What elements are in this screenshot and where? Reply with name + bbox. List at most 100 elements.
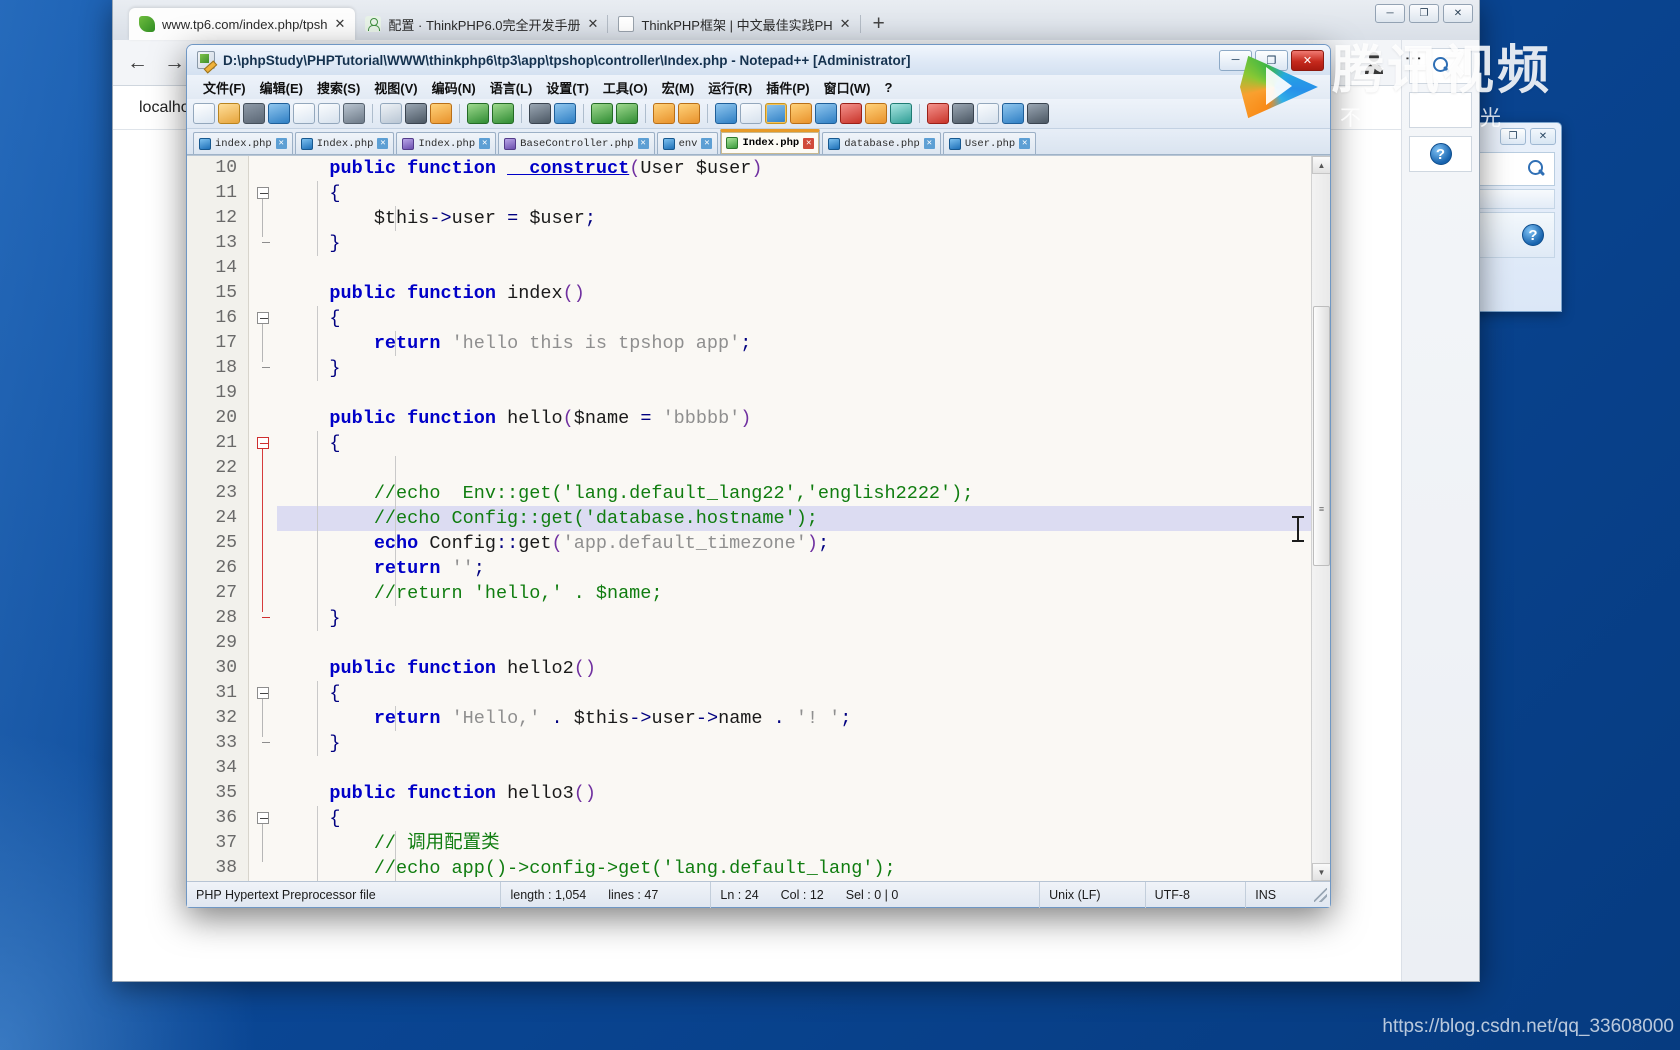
menu-settings[interactable]: 设置(T) bbox=[539, 76, 596, 99]
menu-window[interactable]: 窗口(W) bbox=[817, 76, 878, 99]
browser-tab-2-close-icon[interactable]: ✕ bbox=[588, 16, 599, 32]
fold-marker[interactable] bbox=[249, 681, 277, 706]
file-tab-env[interactable]: env ✕ bbox=[656, 132, 719, 154]
code-line[interactable]: public function index() bbox=[277, 281, 1330, 306]
forward-arrow-icon[interactable]: → bbox=[164, 51, 185, 75]
close-all-icon[interactable] bbox=[318, 103, 340, 124]
file-tab-close-icon[interactable]: ✕ bbox=[1019, 138, 1031, 149]
file-tab-index-php-2[interactable]: Index.php ✕ bbox=[294, 132, 395, 154]
code-line[interactable]: return ''; bbox=[277, 556, 1330, 581]
menu-file[interactable]: 文件(F) bbox=[196, 76, 253, 99]
stop-macro-icon[interactable] bbox=[952, 103, 974, 124]
indent-guideline-icon[interactable] bbox=[765, 103, 787, 124]
menu-macro[interactable]: 宏(M) bbox=[655, 76, 702, 99]
print-icon[interactable] bbox=[343, 103, 365, 124]
browser-minimize-button[interactable]: ─ bbox=[1375, 4, 1405, 23]
menu-help[interactable]: ? bbox=[878, 78, 900, 97]
file-tab-close-icon[interactable]: ✕ bbox=[637, 138, 649, 149]
close-file-icon[interactable] bbox=[293, 103, 315, 124]
code-line[interactable]: { bbox=[277, 431, 1330, 456]
fold-marker[interactable] bbox=[249, 306, 277, 331]
zoom-out-icon[interactable] bbox=[616, 103, 638, 124]
background-window-maximize-button[interactable]: ❐ bbox=[1500, 127, 1526, 145]
browser-tab-1[interactable]: www.tp6.com/index.php/tpsh ✕ bbox=[129, 8, 356, 40]
code-line[interactable]: $this->user = $user; bbox=[277, 206, 1330, 231]
file-tab-index-php-3[interactable]: Index.php ✕ bbox=[396, 132, 497, 154]
code-text-area[interactable]: public function __construct(User $user) … bbox=[277, 156, 1330, 881]
notepadpp-editor[interactable]: 10 11 12 13 14 15 16 17 18 19 20 21 22 23 24 25 26 27 28 29… bbox=[187, 155, 1330, 881]
code-line[interactable]: } bbox=[277, 606, 1330, 631]
zoom-in-icon[interactable] bbox=[591, 103, 613, 124]
code-line[interactable]: { bbox=[277, 806, 1330, 831]
menu-search[interactable]: 搜索(S) bbox=[310, 76, 367, 99]
notepadpp-minimize-button[interactable]: ─ bbox=[1219, 49, 1252, 71]
file-tab-close-icon[interactable]: ✕ bbox=[923, 138, 935, 149]
file-tab-index-php-1[interactable]: index.php ✕ bbox=[193, 132, 293, 154]
editor-vertical-scrollbar[interactable]: ▲ ▼ ≡ bbox=[1311, 156, 1330, 881]
replace-icon[interactable] bbox=[554, 103, 576, 124]
run-icon[interactable] bbox=[1027, 103, 1049, 124]
rail-blank-box[interactable] bbox=[1409, 92, 1472, 128]
word-wrap-icon[interactable] bbox=[715, 103, 737, 124]
code-line[interactable] bbox=[277, 756, 1330, 781]
file-tab-basecontroller-php[interactable]: BaseController.php ✕ bbox=[498, 132, 655, 154]
browser-tab-3-close-icon[interactable]: ✕ bbox=[840, 16, 851, 32]
code-line[interactable]: { bbox=[277, 306, 1330, 331]
code-line[interactable]: //echo Env::get('lang.default_lang22','e… bbox=[277, 481, 1330, 506]
code-line[interactable] bbox=[277, 456, 1330, 481]
function-list-icon[interactable] bbox=[840, 103, 862, 124]
code-line[interactable]: // 调用配置类 bbox=[277, 831, 1330, 856]
code-line[interactable]: //echo app()->config->get('lang.default_… bbox=[277, 856, 1330, 881]
browser-maximize-button[interactable]: ❐ bbox=[1409, 4, 1439, 23]
sync-horizontal-icon[interactable] bbox=[678, 103, 700, 124]
browser-tab-2[interactable]: 配置 · ThinkPHP6.0完全开发手册 ✕ bbox=[355, 8, 609, 40]
undo-icon[interactable] bbox=[467, 103, 489, 124]
file-tab-close-icon[interactable]: ✕ bbox=[377, 138, 389, 149]
fold-marker[interactable] bbox=[249, 806, 277, 831]
menu-edit[interactable]: 编辑(E) bbox=[253, 76, 310, 99]
avatar[interactable] bbox=[1363, 52, 1387, 76]
code-line[interactable] bbox=[277, 631, 1330, 656]
document-map-icon[interactable] bbox=[815, 103, 837, 124]
menu-language[interactable]: 语言(L) bbox=[483, 76, 540, 99]
code-line[interactable]: { bbox=[277, 681, 1330, 706]
new-file-icon[interactable] bbox=[193, 103, 215, 124]
code-line[interactable]: return 'Hello,' . $this->user->name . '!… bbox=[277, 706, 1330, 731]
file-tab-close-icon[interactable]: ✕ bbox=[275, 138, 287, 149]
code-line[interactable]: echo Config::get('app.default_timezone')… bbox=[277, 531, 1330, 556]
folder-workspace-icon[interactable] bbox=[865, 103, 887, 124]
notepadpp-close-button[interactable]: ✕ bbox=[1291, 49, 1324, 71]
code-line[interactable]: } bbox=[277, 356, 1330, 381]
file-tab-close-icon[interactable]: ✕ bbox=[803, 137, 815, 149]
code-line[interactable]: //echo Config::get('database.hostname'); bbox=[277, 506, 1330, 531]
save-all-icon[interactable] bbox=[268, 103, 290, 124]
back-arrow-icon[interactable]: ← bbox=[127, 51, 148, 75]
code-folding-column[interactable] bbox=[249, 156, 277, 881]
browser-close-button[interactable]: ✕ bbox=[1443, 4, 1473, 23]
play-macro-icon[interactable] bbox=[977, 103, 999, 124]
copy-icon[interactable] bbox=[405, 103, 427, 124]
menu-encoding[interactable]: 编码(N) bbox=[425, 76, 483, 99]
browser-tab-1-close-icon[interactable]: ✕ bbox=[334, 16, 345, 32]
code-line[interactable]: public function hello($name = 'bbbbb') bbox=[277, 406, 1330, 431]
notepadpp-window[interactable]: D:\phpStudy\PHPTutorial\WWW\thinkphp6\tp… bbox=[186, 44, 1331, 908]
code-line[interactable]: } bbox=[277, 231, 1330, 256]
file-tab-user-php[interactable]: User.php ✕ bbox=[942, 132, 1037, 154]
save-icon[interactable] bbox=[243, 103, 265, 124]
kebab-menu-icon[interactable]: ⋮ bbox=[1404, 50, 1423, 67]
file-tab-index-php-active[interactable]: Index.php ✕ bbox=[720, 129, 821, 154]
find-icon[interactable] bbox=[529, 103, 551, 124]
scroll-up-arrow-icon[interactable]: ▲ bbox=[1312, 156, 1330, 174]
fold-marker[interactable] bbox=[249, 181, 277, 206]
paste-icon[interactable] bbox=[430, 103, 452, 124]
code-line[interactable]: { bbox=[277, 181, 1330, 206]
code-line[interactable]: //return 'hello,' . $name; bbox=[277, 581, 1330, 606]
open-file-icon[interactable] bbox=[218, 103, 240, 124]
fold-marker[interactable] bbox=[249, 431, 277, 456]
show-all-characters-icon[interactable] bbox=[740, 103, 762, 124]
code-line[interactable]: return 'hello this is tpshop app'; bbox=[277, 331, 1330, 356]
menu-tools[interactable]: 工具(O) bbox=[596, 76, 655, 99]
record-macro-icon[interactable] bbox=[927, 103, 949, 124]
new-tab-button[interactable]: + bbox=[861, 12, 897, 40]
file-tab-database-php[interactable]: database.php ✕ bbox=[822, 132, 941, 154]
